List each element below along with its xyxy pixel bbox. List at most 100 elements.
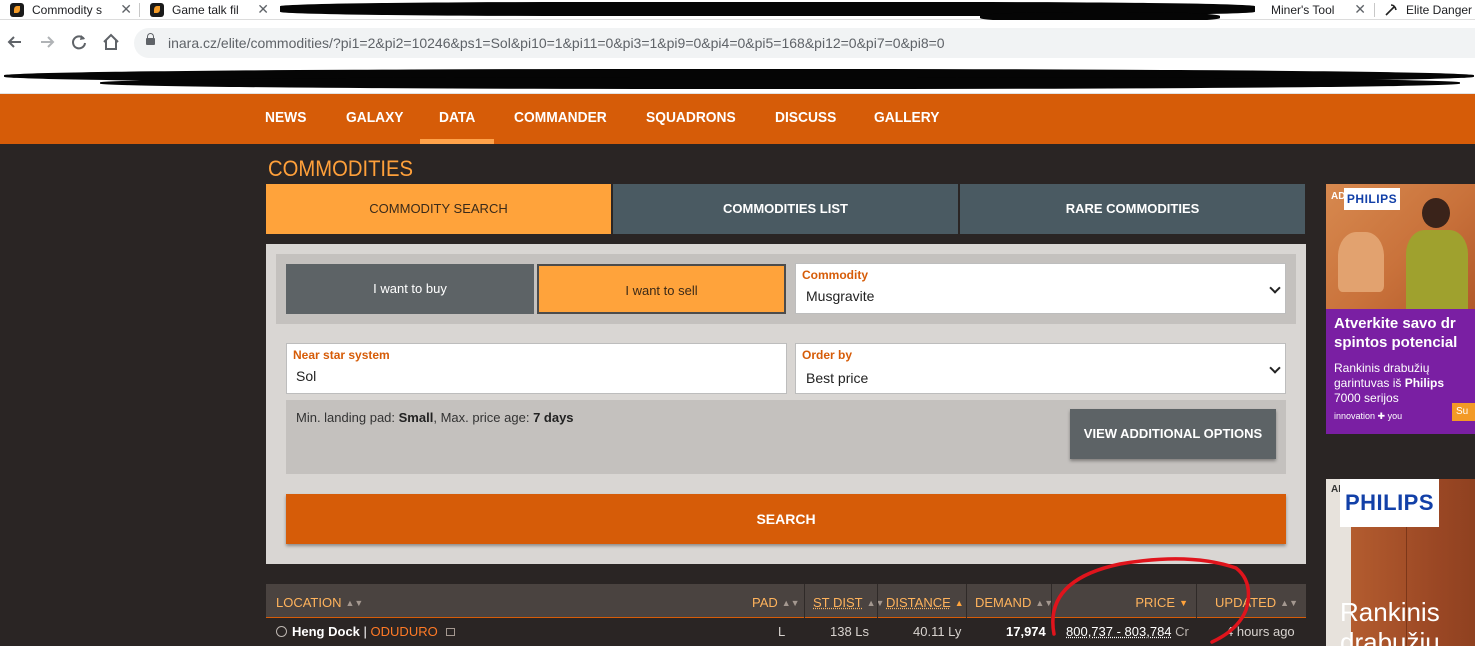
- pad-cell: L: [778, 624, 786, 639]
- sell-mode-button[interactable]: I want to sell: [537, 264, 786, 314]
- tab-rare-commodities[interactable]: RARE COMMODITIES: [960, 184, 1305, 234]
- browser-toolbar: inara.cz/elite/commodities/?pi1=2&pi2=10…: [0, 20, 1475, 66]
- ad-headline: Rankinis drabužių: [1340, 597, 1440, 646]
- search-form: I want to buy I want to sell Commodity M…: [266, 244, 1306, 564]
- browser-tab[interactable]: Elite Danger: [1375, 0, 1475, 20]
- bookmarks-bar: [0, 66, 1475, 94]
- nav-item-news[interactable]: NEWS: [265, 94, 306, 144]
- ad-body: Atverkite savo dr spintos potencial Rank…: [1326, 309, 1475, 434]
- ad-headline-line: drabužių: [1340, 627, 1440, 646]
- distance-cell: 40.11 Ly: [913, 624, 962, 639]
- person-hair: [1422, 198, 1450, 228]
- site-navigation: NEWS GALAXY DATA COMMANDER SQUADRONS DIS…: [0, 94, 1475, 144]
- sort-icon: ▲▼: [1280, 598, 1298, 608]
- browser-tab-title: Game talk fil: [172, 3, 239, 17]
- location-separator: |: [363, 624, 367, 639]
- forward-arrow-icon[interactable]: [36, 31, 58, 53]
- age-label: Max. price age:: [440, 410, 530, 425]
- commodity-select[interactable]: Commodity Musgravite: [795, 263, 1286, 314]
- near-star-system-label: Near star system: [293, 348, 390, 362]
- tab-commodities-list[interactable]: COMMODITIES LIST: [613, 184, 958, 234]
- sort-icon: ▲▼: [345, 598, 364, 608]
- advertisement[interactable]: Atverkite savo dr spintos potencial Rank…: [1326, 184, 1475, 434]
- options-summary: Min. landing pad: Small, Max. price age:…: [286, 400, 1286, 474]
- pickaxe-icon: [1384, 3, 1398, 17]
- pad-value: Small: [398, 410, 434, 425]
- column-header-location[interactable]: LOCATION ▲▼: [266, 584, 744, 618]
- ad-body-line: garintuvas iš: [1334, 376, 1402, 390]
- close-tab-icon[interactable]: ✕: [1354, 1, 1366, 18]
- column-header-label: PAD: [752, 595, 778, 610]
- inara-favicon-icon: [150, 3, 164, 17]
- browser-tab[interactable]: Miner's Tool ✕: [1262, 0, 1372, 20]
- browser-tab-title: Elite Danger: [1406, 3, 1473, 17]
- browser-tab-title: Miner's Tool: [1271, 3, 1335, 17]
- view-additional-options-button[interactable]: VIEW ADDITIONAL OPTIONS: [1070, 409, 1276, 459]
- commodity-label: Commodity: [802, 268, 868, 282]
- column-header-label: DEMAND: [975, 595, 1032, 610]
- url-text: inara.cz/elite/commodities/?pi1=2&pi2=10…: [168, 35, 945, 51]
- options-comma: ,: [433, 410, 441, 425]
- page-title: COMMODITIES: [268, 156, 414, 181]
- philips-logo: PHILIPS: [1340, 479, 1439, 527]
- lock-icon: [146, 33, 155, 48]
- nav-item-discuss[interactable]: DISCUSS: [775, 94, 836, 144]
- nav-item-commander[interactable]: COMMANDER: [514, 94, 607, 144]
- commodity-value: Musgravite: [806, 288, 875, 304]
- redaction-mark: [100, 77, 1460, 89]
- close-tab-icon[interactable]: ✕: [120, 1, 132, 18]
- close-tab-icon[interactable]: ✕: [257, 1, 269, 18]
- sort-asc-icon: ▲: [954, 598, 964, 608]
- order-by-value: Best price: [806, 370, 869, 386]
- order-by-label: Order by: [802, 348, 853, 362]
- trade-mode-row: I want to buy I want to sell Commodity M…: [276, 254, 1296, 324]
- column-header-pad[interactable]: PAD ▲▼: [744, 584, 804, 618]
- order-by-select[interactable]: Order by Best price: [795, 343, 1286, 394]
- near-star-system-input[interactable]: Near star system Sol: [286, 343, 787, 394]
- system-name[interactable]: ODUDURO: [371, 624, 438, 639]
- vase-shape: [1338, 232, 1384, 292]
- browser-tab-title: Commodity s: [32, 3, 103, 17]
- address-bar[interactable]: inara.cz/elite/commodities/?pi1=2&pi2=10…: [134, 28, 1475, 58]
- ad-tagline: innovation ✚ you: [1334, 411, 1403, 421]
- column-header-st-dist[interactable]: ST DIST ▲▼: [804, 584, 884, 618]
- reload-icon[interactable]: [68, 31, 90, 53]
- ad-body-line: 7000 serijos: [1334, 391, 1399, 405]
- age-value: 7 days: [533, 410, 574, 425]
- station-name[interactable]: Heng Dock: [292, 624, 360, 639]
- nav-item-squadrons[interactable]: SQUADRONS: [646, 94, 736, 144]
- browser-tab[interactable]: Commodity s ✕: [0, 0, 138, 20]
- ad-headline-line: Rankinis: [1340, 597, 1440, 627]
- pad-label: Min. landing pad:: [296, 410, 396, 425]
- chevron-down-icon: [1269, 362, 1281, 374]
- column-header-label: LOCATION: [276, 595, 342, 610]
- inara-favicon-icon: [10, 3, 24, 17]
- philips-logo: PHILIPS: [1344, 188, 1400, 210]
- nav-item-galaxy[interactable]: GALAXY: [346, 94, 404, 144]
- search-button[interactable]: SEARCH: [286, 494, 1286, 544]
- column-header-demand[interactable]: DEMAND ▲▼: [966, 584, 1053, 618]
- nav-item-data[interactable]: DATA: [439, 94, 475, 144]
- ad-cta-button[interactable]: Su: [1452, 403, 1475, 421]
- red-circle-annotation: [1051, 557, 1251, 644]
- browser-tab-strip: Commodity s ✕ Game talk fil ✕ Miner's To…: [0, 0, 1475, 22]
- ad-body-text: Rankinis drabužių garintuvas iš Philips …: [1334, 361, 1474, 406]
- ad-headline: Atverkite savo dr spintos potencial: [1334, 315, 1458, 351]
- browser-tab[interactable]: Game talk fil ✕: [140, 0, 275, 20]
- options-summary-text: Min. landing pad: Small, Max. price age:…: [296, 410, 574, 425]
- column-header-distance[interactable]: DISTANCE ▲: [877, 584, 966, 618]
- home-icon[interactable]: [100, 31, 122, 53]
- ad-body-line: Rankinis drabužių: [1334, 361, 1430, 375]
- tab-commodity-search[interactable]: COMMODITY SEARCH: [266, 184, 611, 234]
- person-sweater: [1406, 230, 1468, 310]
- station-icon: [276, 626, 287, 637]
- ad-body-brand: Philips: [1404, 376, 1445, 390]
- buy-mode-button[interactable]: I want to buy: [286, 264, 534, 314]
- advertisement[interactable]: AD PHILIPS Rankinis drabužių: [1326, 479, 1475, 646]
- nav-item-gallery[interactable]: GALLERY: [874, 94, 939, 144]
- chevron-down-icon: [1269, 282, 1281, 294]
- copy-icon[interactable]: [445, 628, 455, 636]
- location-cell: Heng Dock | ODUDURO: [276, 618, 455, 646]
- back-arrow-icon[interactable]: [4, 31, 26, 53]
- column-header-label: ST DIST: [813, 595, 863, 610]
